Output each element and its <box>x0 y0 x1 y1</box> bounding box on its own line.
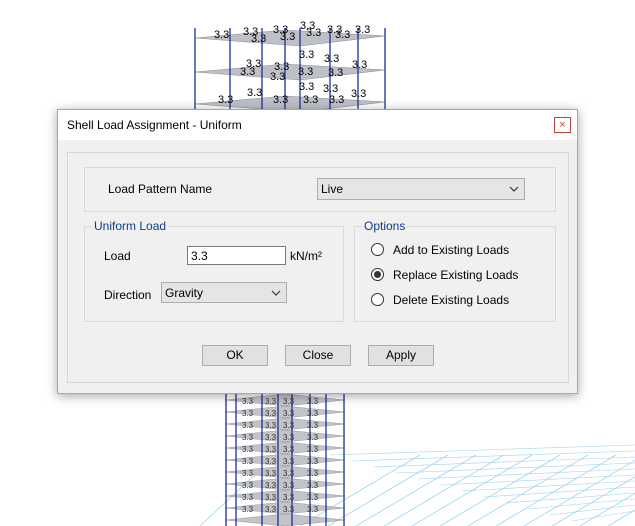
direction-select[interactable]: Gravity <box>161 282 287 303</box>
grid-line <box>373 456 635 468</box>
grid-line <box>551 476 635 526</box>
load-label: 3.3 <box>352 59 367 71</box>
load-label: 3.3 <box>240 66 255 78</box>
load-label: 3.3 <box>307 481 319 490</box>
dialog-titlebar[interactable]: Shell Load Assignment - Uniform × <box>58 110 577 140</box>
apply-button[interactable]: Apply <box>368 345 434 366</box>
load-label: 3.3 <box>307 493 319 502</box>
chevron-down-icon <box>509 186 519 192</box>
radio-delete-existing[interactable] <box>371 293 384 306</box>
load-label: 3.3 <box>280 31 295 43</box>
load-label: 3.3 <box>328 67 343 79</box>
options-group: Options Add to Existing Loads Replace Ex… <box>354 219 556 322</box>
load-label: 3.3 <box>283 505 295 514</box>
floor-slab <box>224 513 346 526</box>
load-label: 3.3 <box>265 421 277 430</box>
load-unit: kN/m² <box>290 249 322 263</box>
load-label: Load <box>104 249 131 263</box>
load-label: 3.3 <box>242 481 254 490</box>
load-label: 3.3 <box>307 445 319 454</box>
close-button[interactable]: Close <box>285 345 351 366</box>
load-label: 3.3 <box>265 445 277 454</box>
options-legend: Options <box>362 219 408 233</box>
load-label: 3.3 <box>265 409 277 418</box>
grid-line <box>527 498 635 510</box>
uniform-load-group: Uniform Load Load kN/m² Direction Gravit… <box>84 219 344 322</box>
load-label: 3.3 <box>283 469 295 478</box>
load-label: 3.3 <box>335 29 350 41</box>
load-label: 3.3 <box>307 457 319 466</box>
close-icon[interactable]: × <box>554 117 571 133</box>
radio-add-existing[interactable] <box>371 243 384 256</box>
grid-line <box>351 450 635 462</box>
load-label: 3.3 <box>283 445 295 454</box>
load-label: 3.3 <box>283 493 295 502</box>
load-label: 3.3 <box>306 27 321 39</box>
option-label[interactable]: Replace Existing Loads <box>393 268 518 282</box>
load-label: 3.3 <box>283 481 295 490</box>
load-label: 3.3 <box>242 457 254 466</box>
grid-line <box>549 504 635 516</box>
load-value-input[interactable] <box>187 246 286 265</box>
direction-value: Gravity <box>165 286 204 300</box>
option-label[interactable]: Delete Existing Loads <box>393 293 509 307</box>
load-label: 3.3 <box>270 71 285 83</box>
load-pattern-label: Load Pattern Name <box>108 182 213 196</box>
load-label: 3.3 <box>265 433 277 442</box>
dialog-title: Shell Load Assignment - Uniform <box>67 118 242 132</box>
load-label: 3.3 <box>283 433 295 442</box>
load-label: 3.3 <box>283 409 295 418</box>
load-label: 3.3 <box>242 421 254 430</box>
load-label: 3.3 <box>242 433 254 442</box>
shell-load-dialog: Shell Load Assignment - Uniform × Load P… <box>57 109 578 394</box>
chevron-down-icon <box>271 290 281 296</box>
load-label: 3.3 <box>299 49 314 61</box>
load-label: 3.3 <box>299 81 314 93</box>
dialog-content-panel: Load Pattern Name Live Uniform Load Load… <box>67 152 569 383</box>
ok-button[interactable]: OK <box>202 345 268 366</box>
option-label[interactable]: Add to Existing Loads <box>393 243 509 257</box>
load-label: 3.3 <box>329 94 344 106</box>
load-label: 3.3 <box>273 94 288 106</box>
load-label: 3.3 <box>355 24 370 36</box>
load-label: 3.3 <box>283 421 295 430</box>
load-label: 3.3 <box>303 94 318 106</box>
load-label: 3.3 <box>242 409 254 418</box>
load-label: 3.3 <box>307 397 319 406</box>
load-pattern-value: Live <box>321 182 344 196</box>
load-label: 3.3 <box>307 505 319 514</box>
load-label: 3.3 <box>242 505 254 514</box>
load-label: 3.3 <box>265 469 277 478</box>
load-label: 3.3 <box>307 433 319 442</box>
uniform-load-legend: Uniform Load <box>92 219 169 233</box>
load-label: 3.3 <box>214 29 229 41</box>
direction-label: Direction <box>104 288 152 302</box>
load-label: 3.3 <box>283 397 295 406</box>
load-label: 3.3 <box>283 457 295 466</box>
load-label: 3.3 <box>247 87 262 99</box>
load-label: 3.3 <box>251 33 266 45</box>
load-label: 3.3 <box>265 397 277 406</box>
load-label: 3.3 <box>265 481 277 490</box>
load-label: 3.3 <box>307 409 319 418</box>
radio-replace-existing[interactable] <box>371 268 384 281</box>
load-label: 3.3 <box>265 505 277 514</box>
load-label: 3.3 <box>351 88 366 100</box>
load-label: 3.3 <box>265 493 277 502</box>
load-label: 3.3 <box>324 53 339 65</box>
load-pattern-select[interactable]: Live <box>317 178 525 200</box>
grid-line <box>329 444 635 456</box>
load-label: 3.3 <box>265 457 277 466</box>
load-label: 3.3 <box>242 493 254 502</box>
load-label: 3.3 <box>242 397 254 406</box>
load-label: 3.3 <box>218 94 233 106</box>
load-label: 3.3 <box>307 421 319 430</box>
load-label: 3.3 <box>298 66 313 78</box>
load-label: 3.3 <box>242 469 254 478</box>
load-label: 3.3 <box>242 445 254 454</box>
load-label: 3.3 <box>307 469 319 478</box>
load-pattern-box: Load Pattern Name Live <box>84 167 556 212</box>
